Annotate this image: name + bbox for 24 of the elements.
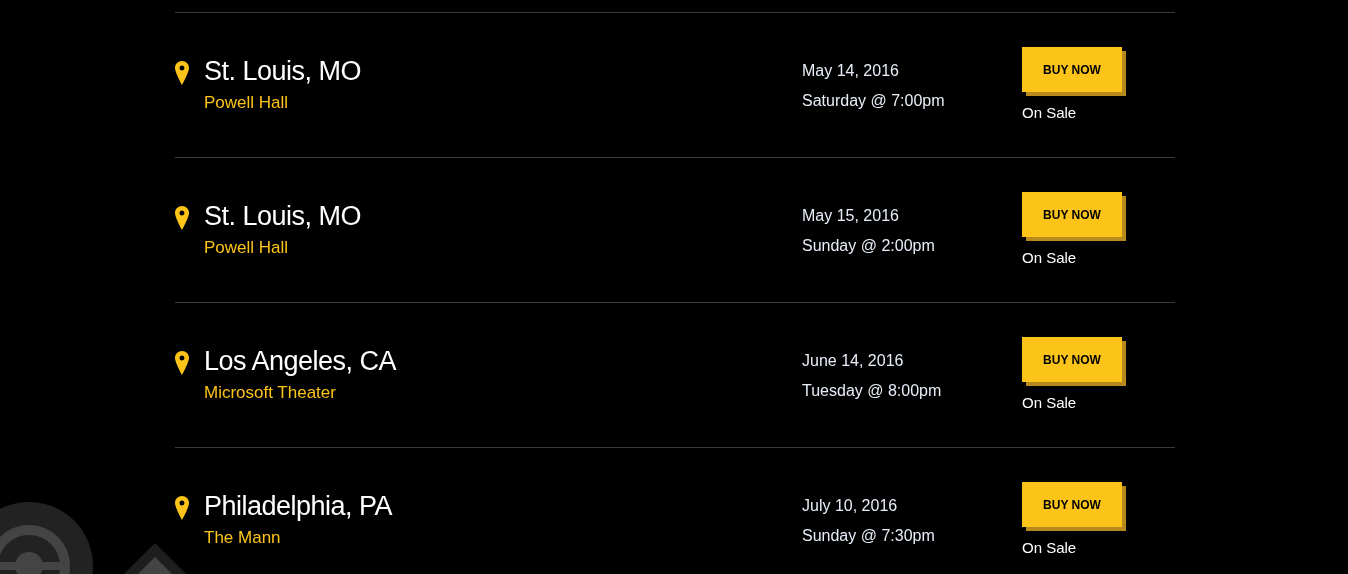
venue-name: Microsoft Theater bbox=[204, 383, 337, 403]
event-time: Sunday @ 2:00pm bbox=[802, 236, 936, 256]
location-pin-icon bbox=[175, 206, 189, 230]
venue-name: Powell Hall bbox=[204, 238, 290, 258]
location-pin-icon bbox=[175, 61, 189, 85]
event-time: Sunday @ 7:30pm bbox=[802, 526, 936, 546]
venue-name: Powell Hall bbox=[204, 93, 290, 113]
sale-status: On Sale bbox=[1022, 539, 1078, 557]
event-time: Tuesday @ 8:00pm bbox=[802, 381, 943, 401]
event-time: Saturday @ 7:00pm bbox=[802, 91, 946, 111]
location-pin-icon bbox=[175, 351, 189, 375]
city-name: St. Louis, MO bbox=[204, 202, 362, 230]
event-date: May 15, 2016 bbox=[802, 206, 900, 226]
city-name: Philadelphia, PA bbox=[204, 492, 393, 520]
event-date: June 14, 2016 bbox=[802, 351, 905, 371]
sale-status: On Sale bbox=[1022, 104, 1078, 122]
city-name: Los Angeles, CA bbox=[204, 347, 397, 375]
location-pin-icon bbox=[175, 496, 189, 520]
sale-status: On Sale bbox=[1022, 394, 1078, 412]
event-date: July 10, 2016 bbox=[802, 496, 899, 516]
event-date: May 14, 2016 bbox=[802, 61, 900, 81]
sale-status: On Sale bbox=[1022, 249, 1078, 267]
venue-name: The Mann bbox=[204, 528, 282, 548]
city-name: St. Louis, MO bbox=[204, 57, 362, 85]
